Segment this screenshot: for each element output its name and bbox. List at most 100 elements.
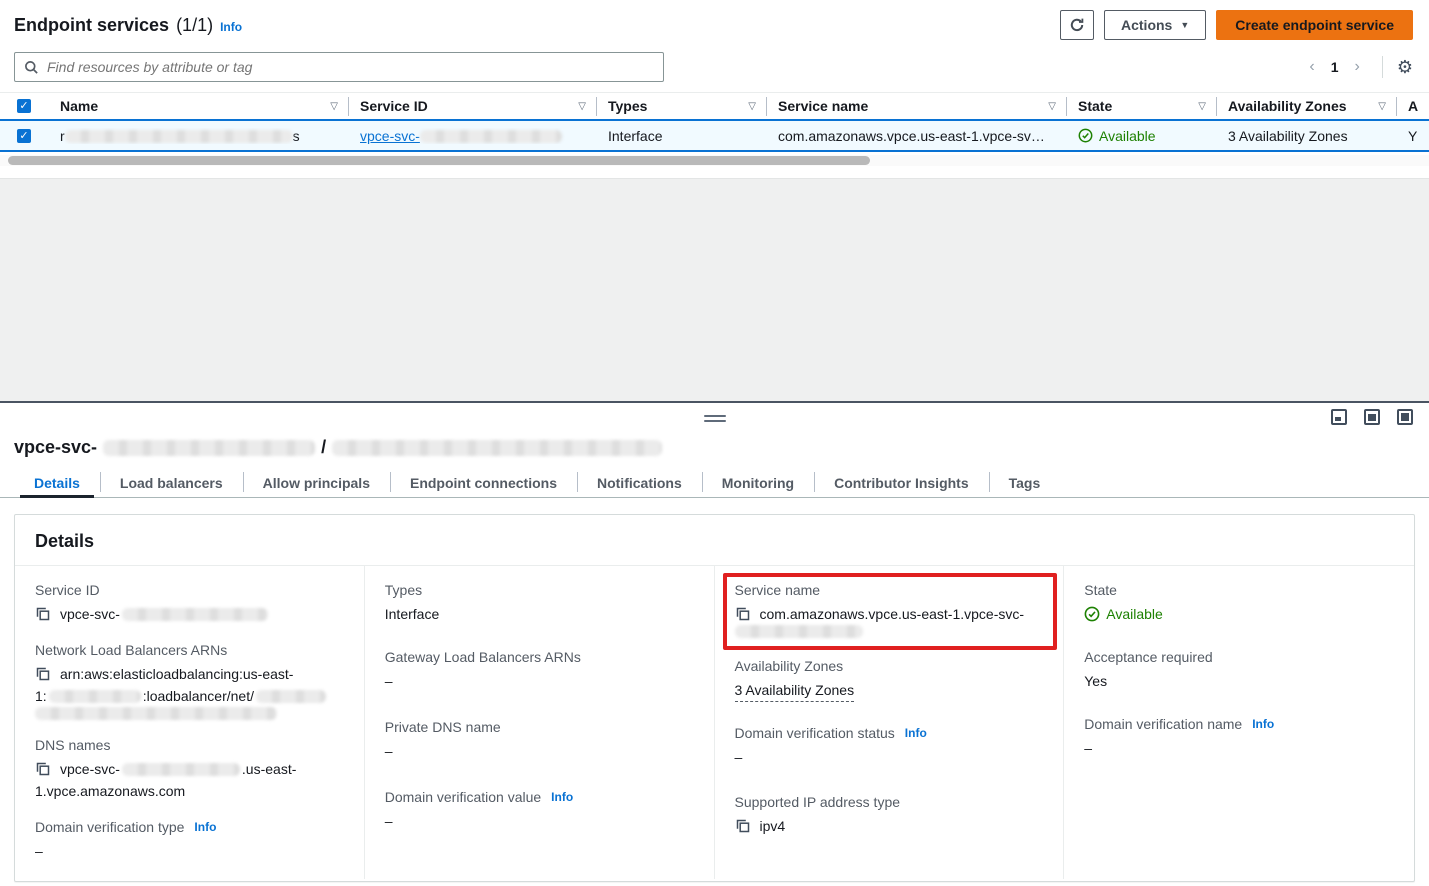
horizontal-scrollbar[interactable]: [0, 155, 1429, 166]
sort-icon[interactable]: ▽: [330, 101, 338, 112]
column-header-availability-zones[interactable]: Availability Zones ▽: [1216, 93, 1396, 119]
tab-tags[interactable]: Tags: [989, 468, 1061, 497]
field-availability-zones: Availability Zones 3 Availability Zones: [735, 658, 1046, 702]
search-box[interactable]: [14, 52, 664, 82]
field-state: State Available: [1084, 582, 1396, 625]
refresh-button[interactable]: [1060, 10, 1094, 40]
field-glb-arns: Gateway Load Balancers ARNs –: [385, 649, 696, 692]
details-column-2: Types Interface Gateway Load Balancers A…: [365, 566, 715, 879]
page-header: Endpoint services (1/1) Info Actions ▼ C…: [0, 0, 1429, 48]
pagination: ‹ 1 › ⚙: [1301, 56, 1413, 78]
sort-icon[interactable]: ▽: [748, 101, 756, 112]
column-header-service-id[interactable]: Service ID ▽: [348, 93, 596, 119]
redacted-title-id: [103, 440, 315, 456]
split-panel: vpce-svc- / Details Load balancers Allow…: [0, 401, 1429, 886]
tab-notifications[interactable]: Notifications: [577, 468, 702, 497]
search-icon: [24, 60, 39, 75]
details-card: Details Service ID vpce-svc-: [14, 514, 1415, 882]
cell-name: rs: [48, 128, 348, 144]
redacted-service-name-tail: [735, 625, 863, 638]
split-panel-header: [0, 403, 1429, 433]
column-header-service-name[interactable]: Service name ▽: [766, 93, 1066, 119]
create-button-label: Create endpoint service: [1235, 17, 1394, 33]
field-nlb-arns: Network Load Balancers ARNs arn:aws:elas…: [35, 642, 346, 720]
column-header-name[interactable]: Name ▽: [48, 93, 348, 119]
app-root: Endpoint services (1/1) Info Actions ▼ C…: [0, 0, 1429, 886]
drag-handle[interactable]: [704, 415, 726, 422]
next-page-icon[interactable]: ›: [1347, 56, 1368, 78]
redacted-arn-tail: [35, 707, 277, 720]
actions-button[interactable]: Actions ▼: [1104, 10, 1206, 40]
refresh-icon: [1069, 17, 1085, 33]
field-acceptance-required: Acceptance required Yes: [1084, 649, 1396, 692]
tab-load-balancers[interactable]: Load balancers: [100, 468, 243, 497]
cell-types: Interface: [596, 128, 766, 144]
details-heading: Details: [35, 531, 1394, 552]
chevron-down-icon: ▼: [1180, 20, 1189, 30]
search-input[interactable]: [47, 59, 654, 75]
panel-size-medium-icon[interactable]: [1364, 409, 1380, 425]
info-link[interactable]: Info: [1252, 717, 1274, 731]
panel-size-small-icon[interactable]: [1331, 409, 1347, 425]
info-link[interactable]: Info: [551, 790, 573, 804]
endpoint-services-panel: Endpoint services (1/1) Info Actions ▼ C…: [0, 0, 1429, 178]
copy-icon[interactable]: [35, 606, 51, 622]
toolbar-divider: [1382, 56, 1383, 78]
sort-icon[interactable]: ▽: [1378, 101, 1386, 112]
sort-icon[interactable]: ▽: [1198, 101, 1206, 112]
tab-monitoring[interactable]: Monitoring: [702, 468, 814, 497]
details-card-header: Details: [15, 515, 1414, 566]
copy-icon[interactable]: [735, 818, 751, 834]
sort-icon[interactable]: ▽: [1048, 101, 1056, 112]
info-link[interactable]: Info: [194, 820, 216, 834]
cell-service-id: vpce-svc-: [348, 128, 596, 144]
prev-page-icon[interactable]: ‹: [1301, 56, 1322, 78]
copy-icon[interactable]: [35, 666, 51, 682]
table-row[interactable]: ✓ rs vpce-svc- Interface com.amazonaws.v…: [0, 119, 1429, 152]
create-endpoint-service-button[interactable]: Create endpoint service: [1216, 10, 1413, 40]
column-header-state[interactable]: State ▽: [1066, 93, 1216, 119]
sort-icon[interactable]: ▽: [578, 101, 586, 112]
select-all-checkbox[interactable]: ✓: [17, 99, 31, 113]
tab-allow-principals[interactable]: Allow principals: [243, 468, 390, 497]
copy-icon[interactable]: [35, 761, 51, 777]
current-page[interactable]: 1: [1327, 59, 1343, 75]
select-all-cell: ✓: [0, 93, 48, 119]
row-select-cell: ✓: [0, 121, 48, 150]
table-toolbar: ‹ 1 › ⚙: [0, 48, 1429, 82]
panel-size-full-icon[interactable]: [1397, 409, 1413, 425]
content-background: [0, 178, 1429, 401]
tab-details[interactable]: Details: [14, 468, 100, 497]
gear-icon[interactable]: ⚙: [1397, 58, 1413, 76]
row-checkbox[interactable]: ✓: [17, 129, 31, 143]
endpoint-services-table: ✓ Name ▽ Service ID ▽ Types ▽ Service na…: [0, 92, 1429, 178]
field-domain-verification-value: Domain verification value Info –: [385, 789, 696, 832]
availability-zones-popover-link[interactable]: 3 Availability Zones: [1228, 128, 1348, 144]
info-link[interactable]: Info: [905, 726, 927, 740]
service-id-link[interactable]: vpce-svc-: [360, 128, 562, 144]
field-private-dns: Private DNS name –: [385, 719, 696, 762]
redacted-service-id-value: [122, 608, 268, 621]
page-title: Endpoint services: [14, 15, 169, 36]
tab-contributor-insights[interactable]: Contributor Insights: [814, 468, 989, 497]
check-circle-icon: [1078, 128, 1093, 143]
panel-title: vpce-svc- /: [0, 433, 1429, 468]
column-header-types[interactable]: Types ▽: [596, 93, 766, 119]
scrollbar-thumb[interactable]: [8, 156, 870, 165]
details-columns: Service ID vpce-svc- Network Load Balanc…: [15, 566, 1414, 872]
details-column-1: Service ID vpce-svc- Network Load Balanc…: [15, 566, 365, 879]
actions-button-label: Actions: [1121, 17, 1172, 33]
resource-count: (1/1): [176, 15, 213, 36]
title-info-link[interactable]: Info: [220, 20, 242, 34]
tab-bar: Details Load balancers Allow principals …: [0, 468, 1429, 498]
field-service-id: Service ID vpce-svc-: [35, 582, 346, 625]
copy-icon[interactable]: [735, 606, 751, 622]
availability-zones-popover-link[interactable]: 3 Availability Zones: [735, 679, 855, 702]
tab-endpoint-connections[interactable]: Endpoint connections: [390, 468, 577, 497]
cell-service-name: com.amazonaws.vpce.us-east-1.vpce-sv…: [766, 128, 1066, 144]
redacted-title-name: [332, 440, 662, 456]
cell-clipped: Y: [1396, 128, 1429, 144]
column-header-clipped[interactable]: A: [1396, 93, 1429, 119]
cell-availability-zones: 3 Availability Zones: [1216, 128, 1396, 144]
field-domain-verification-name: Domain verification name Info –: [1084, 716, 1396, 759]
